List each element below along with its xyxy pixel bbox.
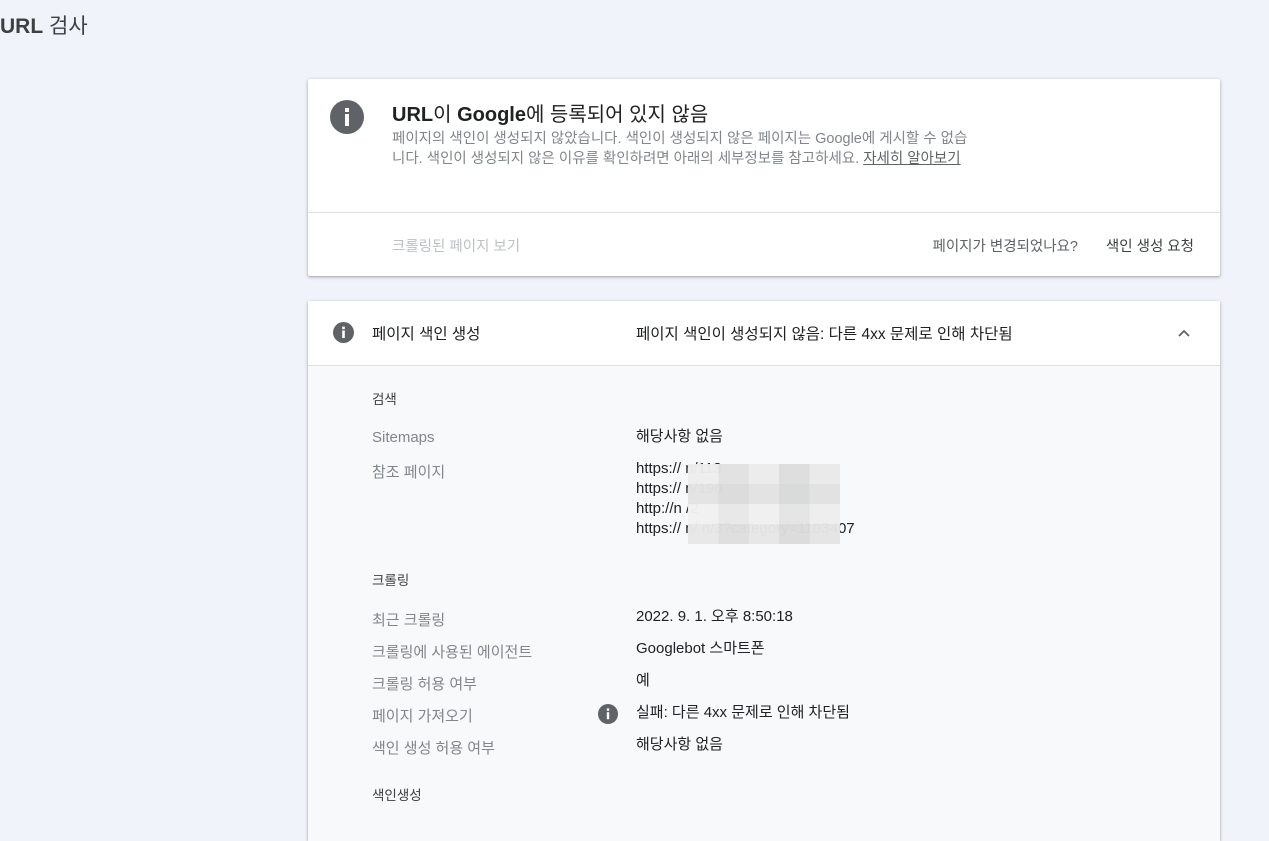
page-indexing-header[interactable]: 페이지 색인 생성 페이지 색인이 생성되지 않음: 다른 4xx 문제로 인해… <box>308 301 1220 366</box>
status-description: 페이지의 색인이 생성되지 않았습니다. 색인이 생성되지 않은 페이지는 Go… <box>392 129 972 169</box>
chevron-up-icon[interactable] <box>1176 325 1192 341</box>
status-title: URL이 Google에 등록되어 있지 않음 <box>392 98 708 127</box>
info-icon[interactable] <box>598 704 618 724</box>
page-fetch-label: 페이지 가져오기 <box>372 708 473 725</box>
status-title-url: URL <box>392 104 434 126</box>
learn-more-link[interactable]: 자세히 알아보기 <box>863 151 960 167</box>
info-icon <box>333 322 354 343</box>
request-indexing-button[interactable]: 색인 생성 요청 <box>1106 235 1194 256</box>
page-indexing-card: 페이지 색인 생성 페이지 색인이 생성되지 않음: 다른 4xx 문제로 인해… <box>308 301 1220 841</box>
view-crawled-page-button[interactable]: 크롤링된 페이지 보기 <box>392 235 520 256</box>
status-card: URL이 Google에 등록되어 있지 않음 페이지의 색인이 생성되지 않았… <box>308 79 1220 276</box>
indexing-allowed-label: 색인 생성 허용 여부 <box>372 740 495 757</box>
sitemaps-label: Sitemaps <box>372 429 435 446</box>
last-crawl-label: 최근 크롤링 <box>372 612 446 629</box>
crawl-agent-value: Googlebot 스마트폰 <box>636 640 765 657</box>
discovery-heading: 검색 <box>372 392 397 407</box>
page-title: URL 검사 <box>0 10 88 40</box>
crawl-allowed-label: 크롤링 허용 여부 <box>372 676 477 693</box>
crawl-heading: 크롤링 <box>372 573 410 588</box>
status-title-mid: 이 <box>433 104 458 126</box>
indexing-allowed-value: 해당사항 없음 <box>636 736 723 753</box>
page-title-prefix: URL <box>0 15 44 38</box>
crawl-allowed-value: 예 <box>636 672 650 689</box>
status-title-google: Google <box>457 104 526 126</box>
page-title-suffix: 검사 <box>49 15 88 38</box>
redaction-blur <box>688 464 840 544</box>
indexing-heading: 색인생성 <box>372 788 422 803</box>
sitemaps-value: 해당사항 없음 <box>636 428 723 445</box>
page-indexing-details: 검색 Sitemaps 해당사항 없음 참조 페이지 https:// n/11… <box>308 366 1220 841</box>
page-indexing-label: 페이지 색인 생성 <box>372 326 481 343</box>
page-changed-question: 페이지가 변경되었나요? <box>932 239 1079 255</box>
status-title-rest: 에 등록되어 있지 않음 <box>525 104 709 126</box>
info-icon <box>330 100 364 134</box>
last-crawl-value: 2022. 9. 1. 오후 8:50:18 <box>636 608 793 625</box>
page-fetch-value: 실패: 다른 4xx 문제로 인해 차단됨 <box>636 704 850 721</box>
page-indexing-status: 페이지 색인이 생성되지 않음: 다른 4xx 문제로 인해 차단됨 <box>636 326 1013 343</box>
card-divider <box>308 212 1220 213</box>
crawl-agent-label: 크롤링에 사용된 에이전트 <box>372 644 533 661</box>
referring-page-label: 참조 페이지 <box>372 464 446 481</box>
